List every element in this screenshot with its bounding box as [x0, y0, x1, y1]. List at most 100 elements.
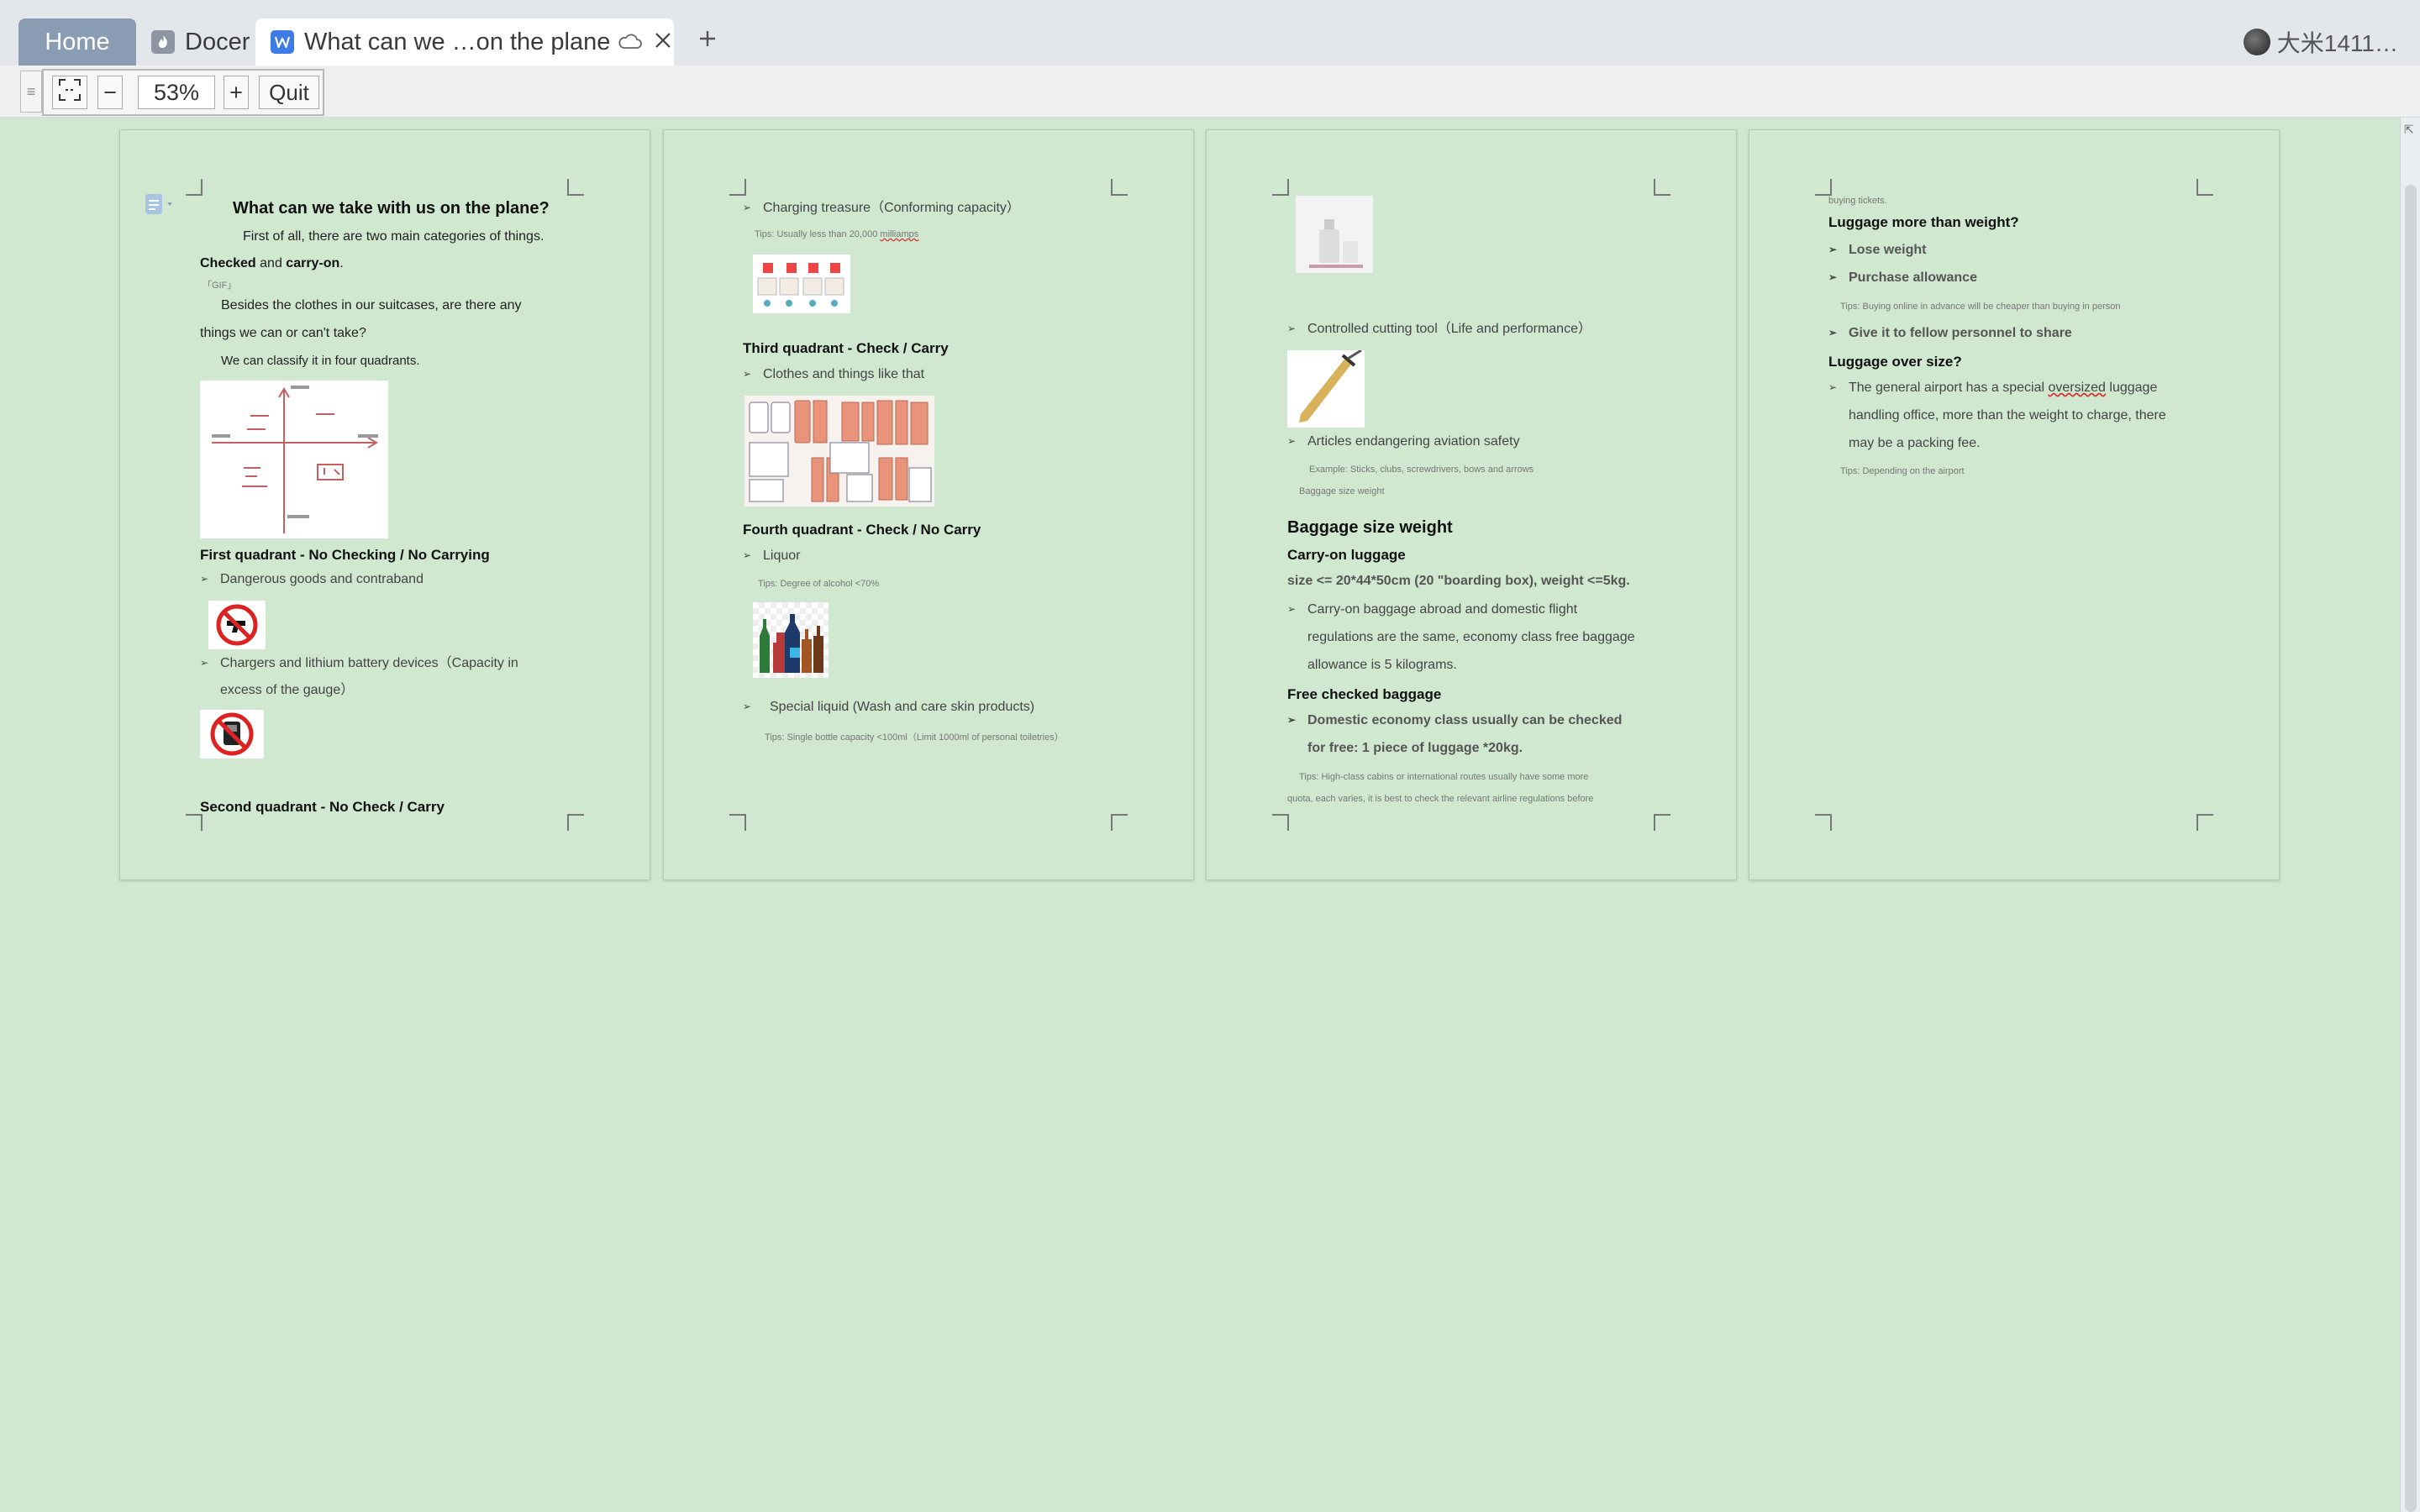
list-item-cutting-tool: Controlled cutting tool（Life and perform… — [1287, 315, 1591, 343]
zoom-in-button[interactable]: + — [224, 76, 249, 109]
list-item-oversized-cont1: handling office, more than the weight to… — [1849, 408, 2166, 423]
crop-mark — [1654, 179, 1670, 196]
list-item-charging-treasure: Charging treasure（Conforming capacity） — [743, 194, 1020, 222]
crop-mark — [729, 179, 746, 196]
quit-button[interactable]: Quit — [259, 76, 319, 109]
list-item-carry-on-cont2: allowance is 5 kilograms. — [1307, 658, 1457, 672]
crop-mark — [1815, 814, 1832, 831]
size-heading: Luggage over size? — [1828, 354, 1962, 370]
tab-document[interactable]: What can we …on the plane — [255, 18, 674, 66]
user-name: 大米1411… — [2276, 30, 2398, 56]
fit-page-button[interactable] — [52, 76, 87, 109]
text-period: . — [339, 256, 344, 270]
bold-checked: Checked — [200, 256, 256, 270]
list-item-carry-on-cont1: regulations are the same, economy class … — [1307, 630, 1635, 644]
paragraph-clothes: Besides the clothes in our suitcases, ar… — [221, 298, 522, 312]
toiletries-image[interactable] — [1296, 196, 1373, 273]
plus-icon — [697, 29, 718, 53]
zoom-out-label: − — [103, 79, 117, 105]
new-tab-button[interactable] — [689, 22, 726, 59]
no-weapons-image[interactable] — [208, 601, 266, 649]
crop-mark — [1815, 179, 1832, 196]
tab-docer[interactable]: Docer — [151, 18, 252, 66]
tip-charging-unit: milliamps — [880, 229, 919, 239]
document-title: What can we take with us on the plane? — [233, 199, 550, 218]
tip-charging-text: Tips: Usually less than 20,000 — [755, 229, 881, 239]
quit-label: Quit — [269, 79, 309, 105]
zoom-out-button[interactable]: − — [97, 76, 123, 109]
tip-liquor: Tips: Degree of alcohol <70% — [758, 579, 880, 589]
user-account[interactable]: 大米1411… — [2243, 25, 2398, 59]
scrollbar-thumb[interactable] — [2405, 185, 2417, 1512]
liquor-bottles-image[interactable] — [753, 602, 829, 678]
oversized-word: oversized — [2048, 381, 2106, 395]
first-quadrant-heading: First quadrant - No Checking / No Carryi… — [200, 547, 490, 563]
list-item-oversized: The general airport has a special oversi… — [1828, 374, 2157, 402]
document-page-2[interactable]: Charging treasure（Conforming capacity） T… — [663, 129, 1194, 880]
small-label-baggage: Baggage size weight — [1299, 486, 1385, 496]
zoom-level-field[interactable]: 53% — [138, 76, 215, 109]
vertical-scrollbar[interactable]: ⇱ — [2400, 118, 2420, 1512]
list-item-chargers-cont: excess of the gauge） — [220, 683, 355, 697]
tab-docer-label: Docer — [185, 28, 250, 55]
list-item-purchase-allowance: Purchase allowance — [1828, 264, 1977, 291]
zoom-in-label: + — [229, 79, 243, 105]
crop-mark — [1654, 814, 1670, 831]
quadrant-diagram-image[interactable] — [200, 381, 388, 538]
free-checked-heading: Free checked baggage — [1287, 686, 1442, 702]
crop-mark — [1272, 179, 1289, 196]
carry-on-size: size <= 20*44*50cm (20 "boarding box), w… — [1287, 574, 1630, 588]
baggage-size-heading: Baggage size weight — [1287, 518, 1453, 537]
crop-mark — [1111, 179, 1128, 196]
bold-carry-on: carry-on — [286, 256, 340, 270]
tip-high-class-cont: quota, each varies, it is best to check … — [1287, 794, 1594, 804]
reading-toolbar: ≡ − 53% + Quit — [0, 66, 2420, 118]
zoom-controls: − 53% + Quit — [42, 69, 324, 116]
avatar — [2243, 29, 2270, 55]
list-item-liquor: Liquor — [743, 542, 800, 570]
knife-image[interactable] — [1287, 350, 1365, 428]
list-item-aviation-safety: Articles endangering aviation safety — [1287, 428, 1520, 455]
toolbar-drag-handle-icon[interactable]: ≡ — [20, 71, 42, 113]
list-item-domestic-economy: Domestic economy class usually can be ch… — [1287, 706, 1622, 734]
power-bank-image[interactable] — [753, 255, 850, 313]
oversized-text-b: luggage — [2105, 381, 2158, 395]
list-item-carry-on: Carry-on baggage abroad and domestic fli… — [1287, 596, 1577, 623]
list-item-share: Give it to fellow personnel to share — [1828, 319, 2072, 347]
tip-charging: Tips: Usually less than 20,000 milliamps — [755, 229, 918, 239]
tip-online: Tips: Buying online in advance will be c… — [1840, 302, 2121, 312]
clothes-image[interactable] — [744, 396, 934, 507]
list-item-chargers: Chargers and lithium battery devices（Cap… — [200, 649, 518, 677]
list-item-domestic-economy-cont: for free: 1 piece of luggage *20kg. — [1307, 741, 1523, 755]
cloud-icon[interactable] — [617, 29, 643, 56]
document-page-3[interactable]: Controlled cutting tool（Life and perform… — [1206, 129, 1737, 880]
list-item-oversized-cont2: may be a packing fee. — [1849, 436, 1981, 450]
paragraph-quadrants: We can classify it in four quadrants. — [221, 354, 420, 368]
crop-mark — [1272, 814, 1289, 831]
list-item-lose-weight: Lose weight — [1828, 236, 1926, 264]
document-page-1[interactable]: What can we take with us on the plane? F… — [119, 129, 650, 880]
second-quadrant-heading: Second quadrant - No Check / Carry — [200, 799, 445, 815]
gif-placeholder: 「GIF」 — [203, 281, 237, 291]
crop-mark — [729, 814, 746, 831]
paragraph-clothes-cont: things we can or can't take? — [200, 326, 366, 340]
crop-mark — [2196, 179, 2213, 196]
third-quadrant-heading: Third quadrant - Check / Carry — [743, 340, 949, 356]
crop-mark — [186, 814, 203, 831]
scroll-up-icon[interactable]: ⇱ — [2404, 123, 2414, 137]
document-page-4[interactable]: buying tickets. Luggage more than weight… — [1749, 129, 2280, 880]
writer-w-icon — [271, 30, 294, 54]
tip-liquid: Tips: Single bottle capacity <100ml（Limi… — [765, 732, 1064, 743]
tab-bar: Home Docer What can we …on the plane 大米1… — [0, 0, 2420, 66]
example-text: Example: Sticks, clubs, screwdrivers, bo… — [1309, 465, 1534, 475]
close-icon[interactable] — [654, 29, 672, 56]
no-battery-image[interactable] — [200, 710, 264, 759]
document-outline-icon[interactable] — [144, 192, 177, 222]
text-and: and — [255, 256, 287, 270]
list-item-special-liquid: Special liquid (Wash and care skin produ… — [743, 693, 1034, 721]
text-buying-tickets: buying tickets. — [1828, 196, 1887, 206]
oversized-text-a: The general airport has a special — [1849, 381, 2049, 395]
tab-home[interactable]: Home — [18, 18, 136, 66]
crop-mark — [186, 179, 203, 196]
tip-airport: Tips: Depending on the airport — [1840, 466, 1965, 476]
